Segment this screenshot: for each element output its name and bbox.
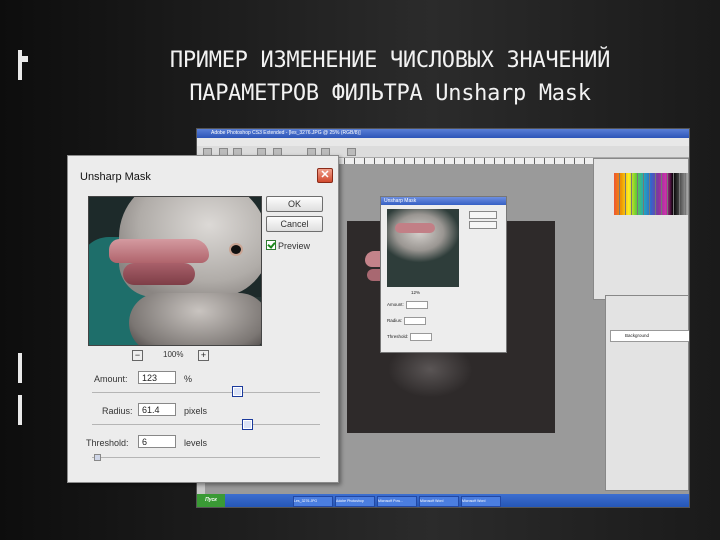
small-zoom: 12% xyxy=(411,290,420,295)
small-dialog-title: Unsharp Mask xyxy=(381,197,506,205)
deco-bar-2 xyxy=(18,56,28,62)
zoom-out-button[interactable]: − xyxy=(132,350,143,361)
small-unsharp-dialog: Unsharp Mask 12% Amount: Radius: Thresho… xyxy=(380,196,507,353)
amount-unit: % xyxy=(184,374,193,384)
deco-bar-3 xyxy=(18,353,22,383)
layer-name: Background xyxy=(625,333,650,338)
start-button[interactable]: Пуск xyxy=(197,494,225,507)
option-icon[interactable] xyxy=(347,148,356,156)
windows-taskbar: Пуск Les_3276.JPG Adobe Photoshop Micros… xyxy=(197,494,689,507)
ok-button[interactable]: OK xyxy=(266,196,323,212)
small-radius-row: Radius: xyxy=(387,317,427,325)
color-swatches-panel xyxy=(593,158,689,300)
taskbar-item[interactable]: Adobe Photoshop xyxy=(335,496,375,507)
small-radius-field[interactable] xyxy=(404,317,427,325)
slide-title: ПРИМЕР ИЗМЕНЕНИЕ ЧИСЛОВЫХ ЗНАЧЕНИЙ ПАРАМ… xyxy=(90,44,690,110)
dialog-title: Unsharp Mask xyxy=(80,171,151,183)
small-threshold-row: Threshold: xyxy=(387,333,433,341)
amount-input[interactable]: 123 xyxy=(138,371,176,384)
layer-background[interactable]: Background xyxy=(610,330,689,342)
radius-slider-track[interactable] xyxy=(92,424,320,425)
small-amount-label: Amount: xyxy=(387,302,404,308)
threshold-unit: levels xyxy=(184,438,208,448)
deco-bar-1 xyxy=(18,50,22,80)
slide: ПРИМЕР ИЗМЕНЕНИЕ ЧИСЛОВЫХ ЗНАЧЕНИЙ ПАРАМ… xyxy=(0,0,720,540)
small-amount-row: Amount: xyxy=(387,301,428,309)
amount-slider-thumb[interactable] xyxy=(232,386,243,397)
small-threshold-label: Threshold: xyxy=(387,334,409,340)
cancel-button[interactable]: Cancel xyxy=(266,216,323,232)
deco-bar-4 xyxy=(18,395,22,425)
small-ok-button[interactable] xyxy=(469,211,497,219)
taskbar-item[interactable]: Microsoft Pow... xyxy=(377,496,417,507)
zoom-level: 100% xyxy=(163,350,184,359)
preview-label: Preview xyxy=(278,241,311,251)
minus-icon: − xyxy=(134,350,141,360)
amount-slider-track[interactable] xyxy=(92,392,320,393)
checkbox-checked-icon xyxy=(266,240,276,250)
radius-label: Radius: xyxy=(102,406,133,416)
close-icon: ✕ xyxy=(320,169,330,181)
title-line-1: ПРИМЕР ИЗМЕНЕНИЕ ЧИСЛОВЫХ ЗНАЧЕНИЙ xyxy=(169,48,611,73)
layers-panel: Background xyxy=(605,295,689,491)
taskbar-item[interactable]: Les_3276.JPG xyxy=(293,496,333,507)
close-button[interactable]: ✕ xyxy=(317,168,333,183)
ps-menu-bar: File Edit Image Layer Select Filter Anal… xyxy=(197,138,689,152)
image-detail xyxy=(129,293,261,345)
dialog-title-bar[interactable]: Unsharp Mask ✕ xyxy=(68,156,338,186)
image-detail xyxy=(231,245,241,254)
preview-pane[interactable] xyxy=(88,196,262,346)
preview-checkbox[interactable]: Preview xyxy=(266,240,310,251)
radius-unit: pixels xyxy=(184,406,208,416)
image-detail xyxy=(123,263,195,285)
radius-slider-thumb[interactable] xyxy=(242,419,253,430)
amount-label: Amount: xyxy=(94,374,128,384)
taskbar-item[interactable]: Microsoft Word xyxy=(461,496,501,507)
threshold-slider-track[interactable] xyxy=(92,457,320,458)
small-cancel-button[interactable] xyxy=(469,221,497,229)
small-dialog-preview xyxy=(387,209,459,287)
image-detail xyxy=(109,239,209,263)
threshold-label: Threshold: xyxy=(86,438,129,448)
title-line-2: ПАРАМЕТРОВ ФИЛЬТРА Unsharp Mask xyxy=(189,81,591,106)
small-zoom-level: 12% xyxy=(411,290,421,295)
image-detail xyxy=(395,223,435,233)
small-radius-label: Radius: xyxy=(387,318,403,324)
radius-input[interactable]: 61.4 xyxy=(138,403,176,416)
zoom-in-button[interactable]: + xyxy=(198,350,209,361)
swatches-grid[interactable] xyxy=(614,173,688,215)
threshold-input[interactable]: 6 xyxy=(138,435,176,448)
unsharp-mask-dialog: Unsharp Mask ✕ OK Cancel Preview − 100% … xyxy=(67,155,339,483)
ps-title-bar: Adobe Photoshop CS3 Extended - [les_3276… xyxy=(197,129,689,138)
ps-window-title: Adobe Photoshop CS3 Extended - [les_3276… xyxy=(211,130,361,136)
small-amount-field[interactable] xyxy=(405,301,428,309)
taskbar-item[interactable]: Microsoft Word xyxy=(419,496,459,507)
small-threshold-field[interactable] xyxy=(410,333,433,341)
threshold-slider-thumb[interactable] xyxy=(94,454,101,461)
plus-icon: + xyxy=(200,350,207,360)
